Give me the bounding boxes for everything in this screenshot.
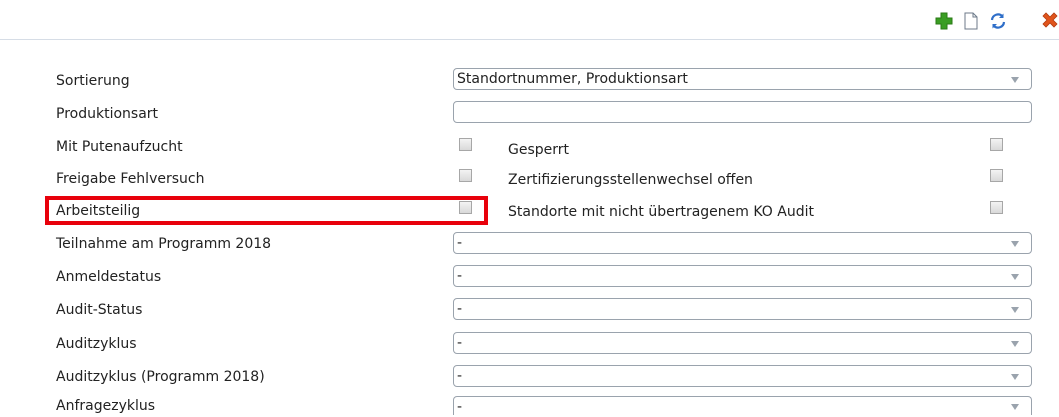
- gesperrt-checkbox[interactable]: [990, 138, 1003, 151]
- anfragezyklus-label: Anfragezyklus: [56, 398, 156, 414]
- anmeldestatus-label: Anmeldestatus: [56, 269, 162, 285]
- auditzyklus-select[interactable]: -: [453, 332, 1032, 354]
- anmeldestatus-value: -: [457, 268, 463, 284]
- sortierung-select[interactable]: Standortnummer, Produktionsart: [453, 68, 1032, 90]
- freigabe-fehlversuch-label: Freigabe Fehlversuch: [56, 171, 205, 187]
- chevron-down-icon: [1011, 341, 1019, 347]
- chevron-down-icon: [1011, 404, 1019, 410]
- teilnahme-label: Teilnahme am Programm 2018: [56, 236, 272, 252]
- delete-icon[interactable]: [1041, 12, 1059, 30]
- auditzyklus-programm-label: Auditzyklus (Programm 2018): [56, 369, 265, 385]
- audit-status-label: Audit-Status: [56, 302, 143, 318]
- audit-status-select[interactable]: -: [453, 298, 1032, 320]
- ko-audit-label: Standorte mit nicht übertragenem KO Audi…: [508, 204, 814, 220]
- auditzyklus-programm-value: -: [457, 368, 463, 384]
- teilnahme-select[interactable]: -: [453, 232, 1032, 254]
- zertifizierungsstellenwechsel-label: Zertifizierungsstellenwechsel offen: [508, 172, 753, 188]
- anfragezyklus-select[interactable]: -: [453, 396, 1032, 415]
- plus-icon[interactable]: [935, 12, 953, 30]
- anmeldestatus-select[interactable]: -: [453, 265, 1032, 287]
- audit-status-value: -: [457, 301, 463, 317]
- toolbar: [0, 9, 1059, 40]
- teilnahme-value: -: [457, 235, 463, 251]
- sortierung-label: Sortierung: [56, 73, 130, 89]
- chevron-down-icon: [1011, 77, 1019, 83]
- highlight-box: [45, 196, 488, 225]
- produktionsart-input[interactable]: [453, 101, 1032, 123]
- auditzyklus-label: Auditzyklus: [56, 336, 137, 352]
- zertifizierungsstellenwechsel-checkbox[interactable]: [990, 169, 1003, 182]
- gesperrt-label: Gesperrt: [508, 142, 570, 158]
- mit-putenaufzucht-label: Mit Putenaufzucht: [56, 139, 183, 155]
- produktionsart-label: Produktionsart: [56, 106, 159, 122]
- anfragezyklus-value: -: [457, 399, 463, 415]
- mit-putenaufzucht-checkbox[interactable]: [459, 138, 472, 151]
- refresh-icon[interactable]: [989, 12, 1007, 30]
- ko-audit-checkbox[interactable]: [990, 201, 1003, 214]
- new-document-icon[interactable]: [962, 12, 980, 30]
- chevron-down-icon: [1011, 274, 1019, 280]
- auditzyklus-value: -: [457, 335, 463, 351]
- chevron-down-icon: [1011, 307, 1019, 313]
- chevron-down-icon: [1011, 241, 1019, 247]
- sortierung-value: Standortnummer, Produktionsart: [457, 71, 688, 87]
- freigabe-fehlversuch-checkbox[interactable]: [459, 169, 472, 182]
- chevron-down-icon: [1011, 374, 1019, 380]
- auditzyklus-programm-select[interactable]: -: [453, 365, 1032, 387]
